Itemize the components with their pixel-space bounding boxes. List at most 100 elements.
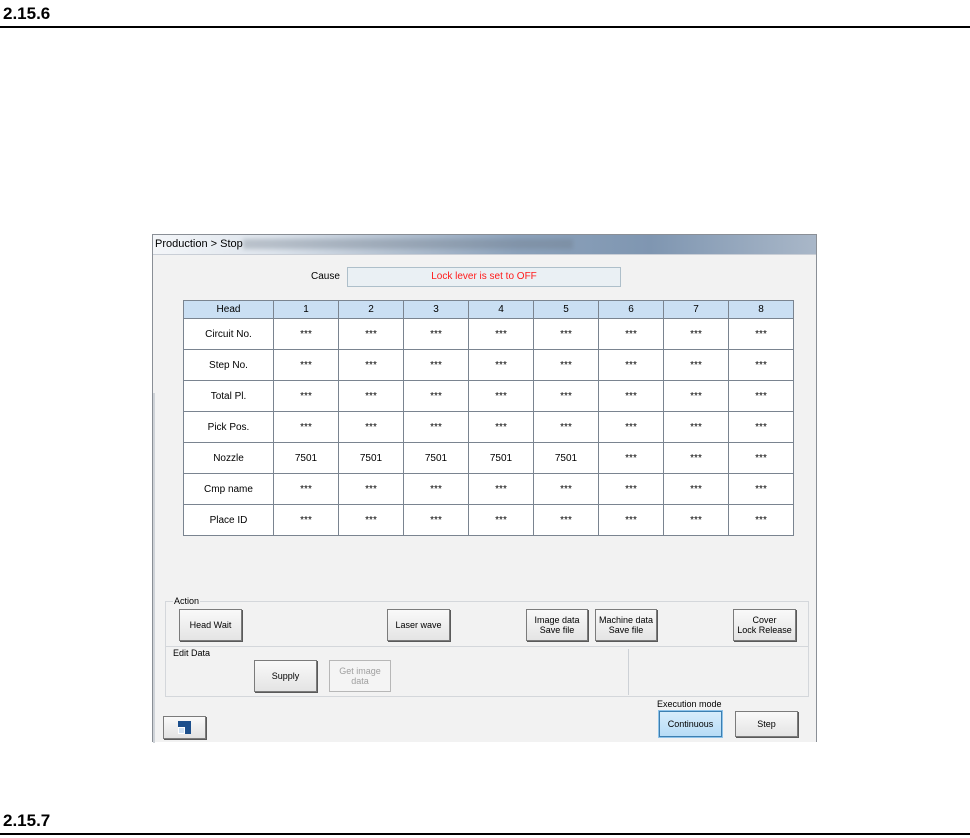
machine-data-save-button[interactable]: Machine data Save file <box>595 609 657 641</box>
table-cell: *** <box>728 504 794 536</box>
production-stop-window: Production > Stop Cause Lock lever is se… <box>152 234 817 743</box>
table-row: Circuit No. *** *** *** *** *** *** *** *** <box>183 318 794 350</box>
table-cell: *** <box>533 411 599 443</box>
table-cell: *** <box>663 380 729 412</box>
table-cell: *** <box>728 380 794 412</box>
row-label: Step No. <box>183 349 274 381</box>
header-col-3: 3 <box>403 300 469 319</box>
header-col-5: 5 <box>533 300 599 319</box>
table-row: Nozzle 7501 7501 7501 7501 7501 *** *** *** <box>183 442 794 474</box>
laser-wave-button[interactable]: Laser wave <box>387 609 450 641</box>
table-cell: *** <box>273 473 339 505</box>
section-rule-bottom <box>0 833 970 835</box>
table-cell: *** <box>403 349 469 381</box>
table-cell: *** <box>663 442 729 474</box>
row-label: Circuit No. <box>183 318 274 350</box>
row-label: Nozzle <box>183 442 274 474</box>
table-cell: *** <box>338 411 404 443</box>
header-col-7: 7 <box>663 300 729 319</box>
table-cell: *** <box>403 473 469 505</box>
table-cell: *** <box>338 349 404 381</box>
table-cell: *** <box>533 380 599 412</box>
section-heading-top: 2.15.6 <box>3 4 51 23</box>
table-cell: *** <box>338 380 404 412</box>
table-cell: *** <box>663 411 729 443</box>
table-row: Pick Pos. *** *** *** *** *** *** *** *** <box>183 411 794 443</box>
table-cell: *** <box>663 504 729 536</box>
table-cell: *** <box>728 473 794 505</box>
step-button[interactable]: Step <box>735 711 798 737</box>
cover-lock-release-button[interactable]: Cover Lock Release <box>733 609 796 641</box>
table-cell: *** <box>728 442 794 474</box>
table-cell: *** <box>533 473 599 505</box>
table-row: Cmp name *** *** *** *** *** *** *** *** <box>183 473 794 505</box>
row-label: Cmp name <box>183 473 274 505</box>
header-col-8: 8 <box>728 300 794 319</box>
table-cell: *** <box>598 318 664 350</box>
section-heading-bottom: 2.15.7 <box>3 811 51 830</box>
table-cell: *** <box>663 318 729 350</box>
image-data-save-button[interactable]: Image data Save file <box>526 609 588 641</box>
table-cell: *** <box>403 380 469 412</box>
table-cell: 7501 <box>273 442 339 474</box>
row-label: Place ID <box>183 504 274 536</box>
cause-message: Lock lever is set to OFF <box>347 267 621 287</box>
edit-data-label: Edit Data <box>172 648 212 658</box>
table-cell: *** <box>468 318 534 350</box>
table-cell: *** <box>338 473 404 505</box>
table-cell: *** <box>273 380 339 412</box>
table-cell: *** <box>663 349 729 381</box>
table-cell: *** <box>728 318 794 350</box>
header-col-1: 1 <box>273 300 339 319</box>
window-mode-glyph <box>178 721 191 734</box>
table-cell: *** <box>468 411 534 443</box>
table-cell: *** <box>533 504 599 536</box>
window-titlebar: Production > Stop <box>153 235 816 254</box>
table-cell: *** <box>598 442 664 474</box>
table-cell: *** <box>273 411 339 443</box>
table-cell: *** <box>338 504 404 536</box>
table-cell: *** <box>533 349 599 381</box>
action-label: Action <box>173 596 201 606</box>
window-client-area: Cause Lock lever is set to OFF Head 1 2 … <box>153 254 816 743</box>
titlebar-blurred-breadcrumb <box>243 239 573 249</box>
table-cell: 7501 <box>468 442 534 474</box>
table-cell: *** <box>598 380 664 412</box>
action-group <box>165 601 809 647</box>
table-cell: 7501 <box>338 442 404 474</box>
table-cell: *** <box>598 473 664 505</box>
table-cell: *** <box>598 411 664 443</box>
window-title: Production > Stop <box>155 238 243 250</box>
row-label: Total Pl. <box>183 380 274 412</box>
table-row: Total Pl. *** *** *** *** *** *** *** *** <box>183 380 794 412</box>
table-cell: *** <box>338 318 404 350</box>
table-cell: *** <box>273 318 339 350</box>
edit-group-divider <box>628 649 629 695</box>
table-cell: *** <box>533 318 599 350</box>
cause-label: Cause <box>311 271 340 282</box>
execution-mode-label: Execution mode <box>657 699 722 709</box>
table-cell: *** <box>468 349 534 381</box>
header-col-6: 6 <box>598 300 664 319</box>
table-header-row: Head 1 2 3 4 5 6 7 8 <box>183 300 794 319</box>
header-head: Head <box>183 300 274 319</box>
header-col-4: 4 <box>468 300 534 319</box>
continuous-button[interactable]: Continuous <box>659 711 722 737</box>
table-cell: *** <box>403 318 469 350</box>
table-cell: *** <box>273 349 339 381</box>
table-cell: *** <box>728 349 794 381</box>
head-status-table: Head 1 2 3 4 5 6 7 8 Circuit No. *** *** **… <box>183 300 794 536</box>
table-cell: 7501 <box>533 442 599 474</box>
section-rule-top <box>0 26 970 28</box>
table-cell: *** <box>403 504 469 536</box>
table-cell: *** <box>468 473 534 505</box>
table-cell: *** <box>728 411 794 443</box>
window-mode-icon[interactable] <box>163 716 206 739</box>
table-cell: *** <box>273 504 339 536</box>
left-edge-line <box>153 393 155 743</box>
supply-button[interactable]: Supply <box>254 660 317 692</box>
table-row: Step No. *** *** *** *** *** *** *** *** <box>183 349 794 381</box>
get-image-data-button[interactable]: Get image data <box>329 660 391 692</box>
row-label: Pick Pos. <box>183 411 274 443</box>
head-wait-button[interactable]: Head Wait <box>179 609 242 641</box>
